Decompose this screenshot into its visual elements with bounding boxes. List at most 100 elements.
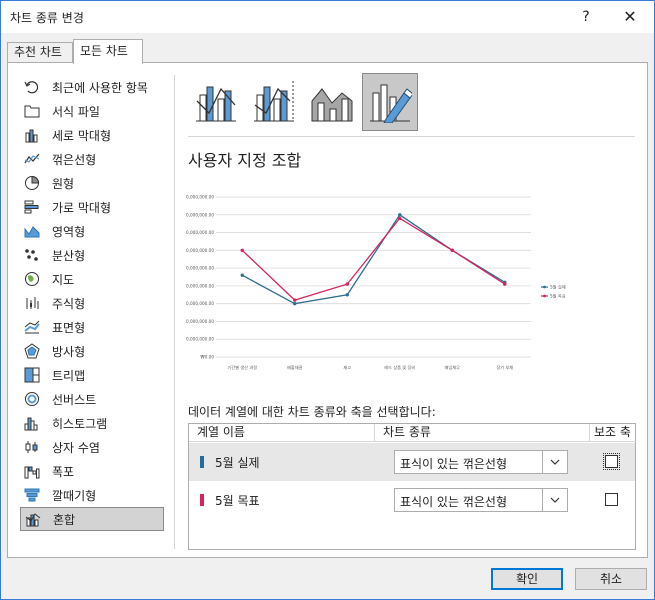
combo-chart-icon (25, 511, 41, 527)
chart-type-select[interactable]: 표식이 있는 꺾은선형 (394, 488, 568, 512)
sidebar-item-label: 세로 막대형 (52, 128, 112, 143)
section-title: 사용자 지정 조합 (188, 151, 302, 170)
subtype-custom-combination[interactable] (362, 73, 418, 131)
legend-entry: 5월 실제 (550, 284, 566, 291)
table-row[interactable]: 5월 실제 표식이 있는 꺾은선형 (189, 443, 635, 481)
scatter-chart-icon (24, 247, 40, 263)
secondary-axis-checkbox[interactable] (603, 453, 620, 470)
sidebar-item-funnel[interactable]: 깔때기형 (20, 483, 164, 507)
stacked-area-clustered-column-icon (310, 79, 354, 126)
sidebar-item-combo[interactable]: 혼합 (20, 507, 164, 531)
sidebar-item-templates[interactable]: 서식 파일 (20, 99, 164, 123)
map-chart-icon (24, 271, 40, 287)
close-button[interactable]: ✕ (608, 1, 652, 33)
y-tick-label: ₩20,000,000.00 (186, 319, 214, 324)
sidebar-item-label: 상자 수염 (52, 440, 100, 455)
sidebar-item-area[interactable]: 영역형 (20, 219, 164, 243)
box-whisker-chart-icon (24, 439, 40, 455)
title-bar: 차트 종류 변경 ? ✕ (1, 1, 654, 33)
legend-entry: 5월 목표 (550, 293, 566, 300)
panel-divider (174, 75, 175, 549)
data-point (450, 248, 454, 253)
column-header-series-name: 계열 이름 (189, 424, 375, 442)
sidebar-item-label: 폭포 (52, 464, 75, 479)
data-point (503, 282, 507, 286)
sidebar-item-pie[interactable]: 원형 (20, 171, 164, 195)
sidebar-item-recent[interactable]: 최근에 사용한 항목 (20, 75, 164, 99)
area-chart-icon (24, 223, 40, 239)
chevron-down-icon[interactable] (542, 451, 567, 473)
tab-recommended-charts[interactable]: 추천 차트 (7, 42, 73, 63)
change-chart-type-dialog: 차트 종류 변경 ? ✕ 추천 차트 모든 차트 최근에 사용한 항목 서식 파… (0, 0, 655, 600)
sidebar-item-bar[interactable]: 가로 막대형 (20, 195, 164, 219)
stock-chart-icon (24, 295, 40, 311)
tab-all-charts[interactable]: 모든 차트 (73, 39, 143, 64)
sidebar-item-surface[interactable]: 표면형 (20, 315, 164, 339)
y-tick-label: ₩40,000,000.00 (186, 283, 214, 288)
sidebar-item-label: 영역형 (52, 224, 86, 239)
y-tick-label: ₩60,000,000.00 (186, 248, 214, 253)
subtype-stacked-area-column[interactable] (304, 73, 360, 131)
subtype-clustered-column-line[interactable] (188, 73, 244, 131)
all-charts-panel: 최근에 사용한 항목 서식 파일 세로 막대형 꺾은선형 원형 가로 막대형 영… (7, 62, 648, 558)
bar-chart-icon (24, 199, 40, 215)
data-point (293, 301, 297, 306)
series-name: 5월 실제 (215, 456, 260, 470)
clustered-column-line-icon (194, 79, 238, 126)
series-line (241, 217, 506, 301)
chart-type-select[interactable]: 표식이 있는 꺾은선형 (394, 450, 568, 474)
sidebar-item-label: 깔때기형 (52, 488, 97, 503)
funnel-chart-icon (24, 487, 40, 503)
table-row[interactable]: 5월 목표 표식이 있는 꺾은선형 (189, 481, 635, 519)
subtype-clustered-column-line-secondary[interactable] (246, 73, 302, 131)
x-tick-label: 기간별 생산 과정 (227, 364, 257, 371)
sidebar-item-map[interactable]: 지도 (20, 267, 164, 291)
sidebar-item-box-whisker[interactable]: 상자 수염 (20, 435, 164, 459)
sidebar-item-stock[interactable]: 주식형 (20, 291, 164, 315)
sidebar-item-radar[interactable]: 방사형 (20, 339, 164, 363)
series-color-swatch (200, 494, 204, 506)
series-name: 5월 목표 (215, 494, 260, 508)
gallery-divider (188, 136, 635, 137)
sidebar-item-scatter[interactable]: 분산형 (20, 243, 164, 267)
sidebar-item-histogram[interactable]: 히스토그램 (20, 411, 164, 435)
waterfall-chart-icon (24, 463, 40, 479)
folder-icon (24, 103, 40, 119)
chevron-down-icon[interactable] (542, 489, 567, 511)
custom-combination-icon (368, 79, 414, 126)
data-point (398, 216, 402, 221)
secondary-axis-checkbox[interactable] (605, 493, 618, 506)
sidebar-item-label: 지도 (52, 272, 75, 287)
cancel-button[interactable]: 취소 (575, 568, 647, 590)
column-chart-icon (24, 127, 40, 143)
sidebar-item-treemap[interactable]: 트리맵 (20, 363, 164, 387)
ok-button[interactable]: 확인 (491, 568, 563, 590)
sidebar-item-column[interactable]: 세로 막대형 (20, 123, 164, 147)
data-point (345, 293, 349, 297)
legend-marker (543, 285, 546, 289)
sidebar-item-label: 방사형 (52, 344, 86, 359)
y-tick-label: ₩50,000,000.00 (186, 266, 214, 271)
sidebar-item-label: 최근에 사용한 항목 (52, 80, 148, 95)
sidebar-item-waterfall[interactable]: 폭포 (20, 459, 164, 483)
x-tick-label: 레드 상품 및 장비 (384, 364, 415, 371)
sidebar-item-label: 히스토그램 (52, 416, 108, 431)
sidebar-item-label: 가로 막대형 (52, 200, 112, 215)
x-tick-label: 재고 (343, 364, 351, 371)
sidebar-item-label: 주식형 (52, 296, 86, 311)
sidebar-item-label: 꺾은선형 (52, 152, 97, 167)
data-point (398, 213, 402, 217)
chart-type-value: 표식이 있는 꺾은선형 (400, 457, 507, 471)
histogram-chart-icon (24, 415, 40, 431)
radar-chart-icon (24, 343, 40, 359)
sidebar-item-sunburst[interactable]: 선버스트 (20, 387, 164, 411)
sidebar-item-label: 표면형 (52, 320, 86, 335)
sidebar-item-label: 트리맵 (52, 368, 86, 383)
sidebar-item-label: 선버스트 (52, 392, 97, 407)
treemap-chart-icon (24, 367, 40, 383)
sidebar-item-line[interactable]: 꺾은선형 (20, 147, 164, 171)
y-tick-label: ₩90,000,000.00 (186, 195, 214, 200)
x-tick-label: 매출채권 (287, 364, 303, 371)
help-button[interactable]: ? (564, 1, 608, 33)
x-tick-label: 매입채무 (445, 364, 461, 371)
